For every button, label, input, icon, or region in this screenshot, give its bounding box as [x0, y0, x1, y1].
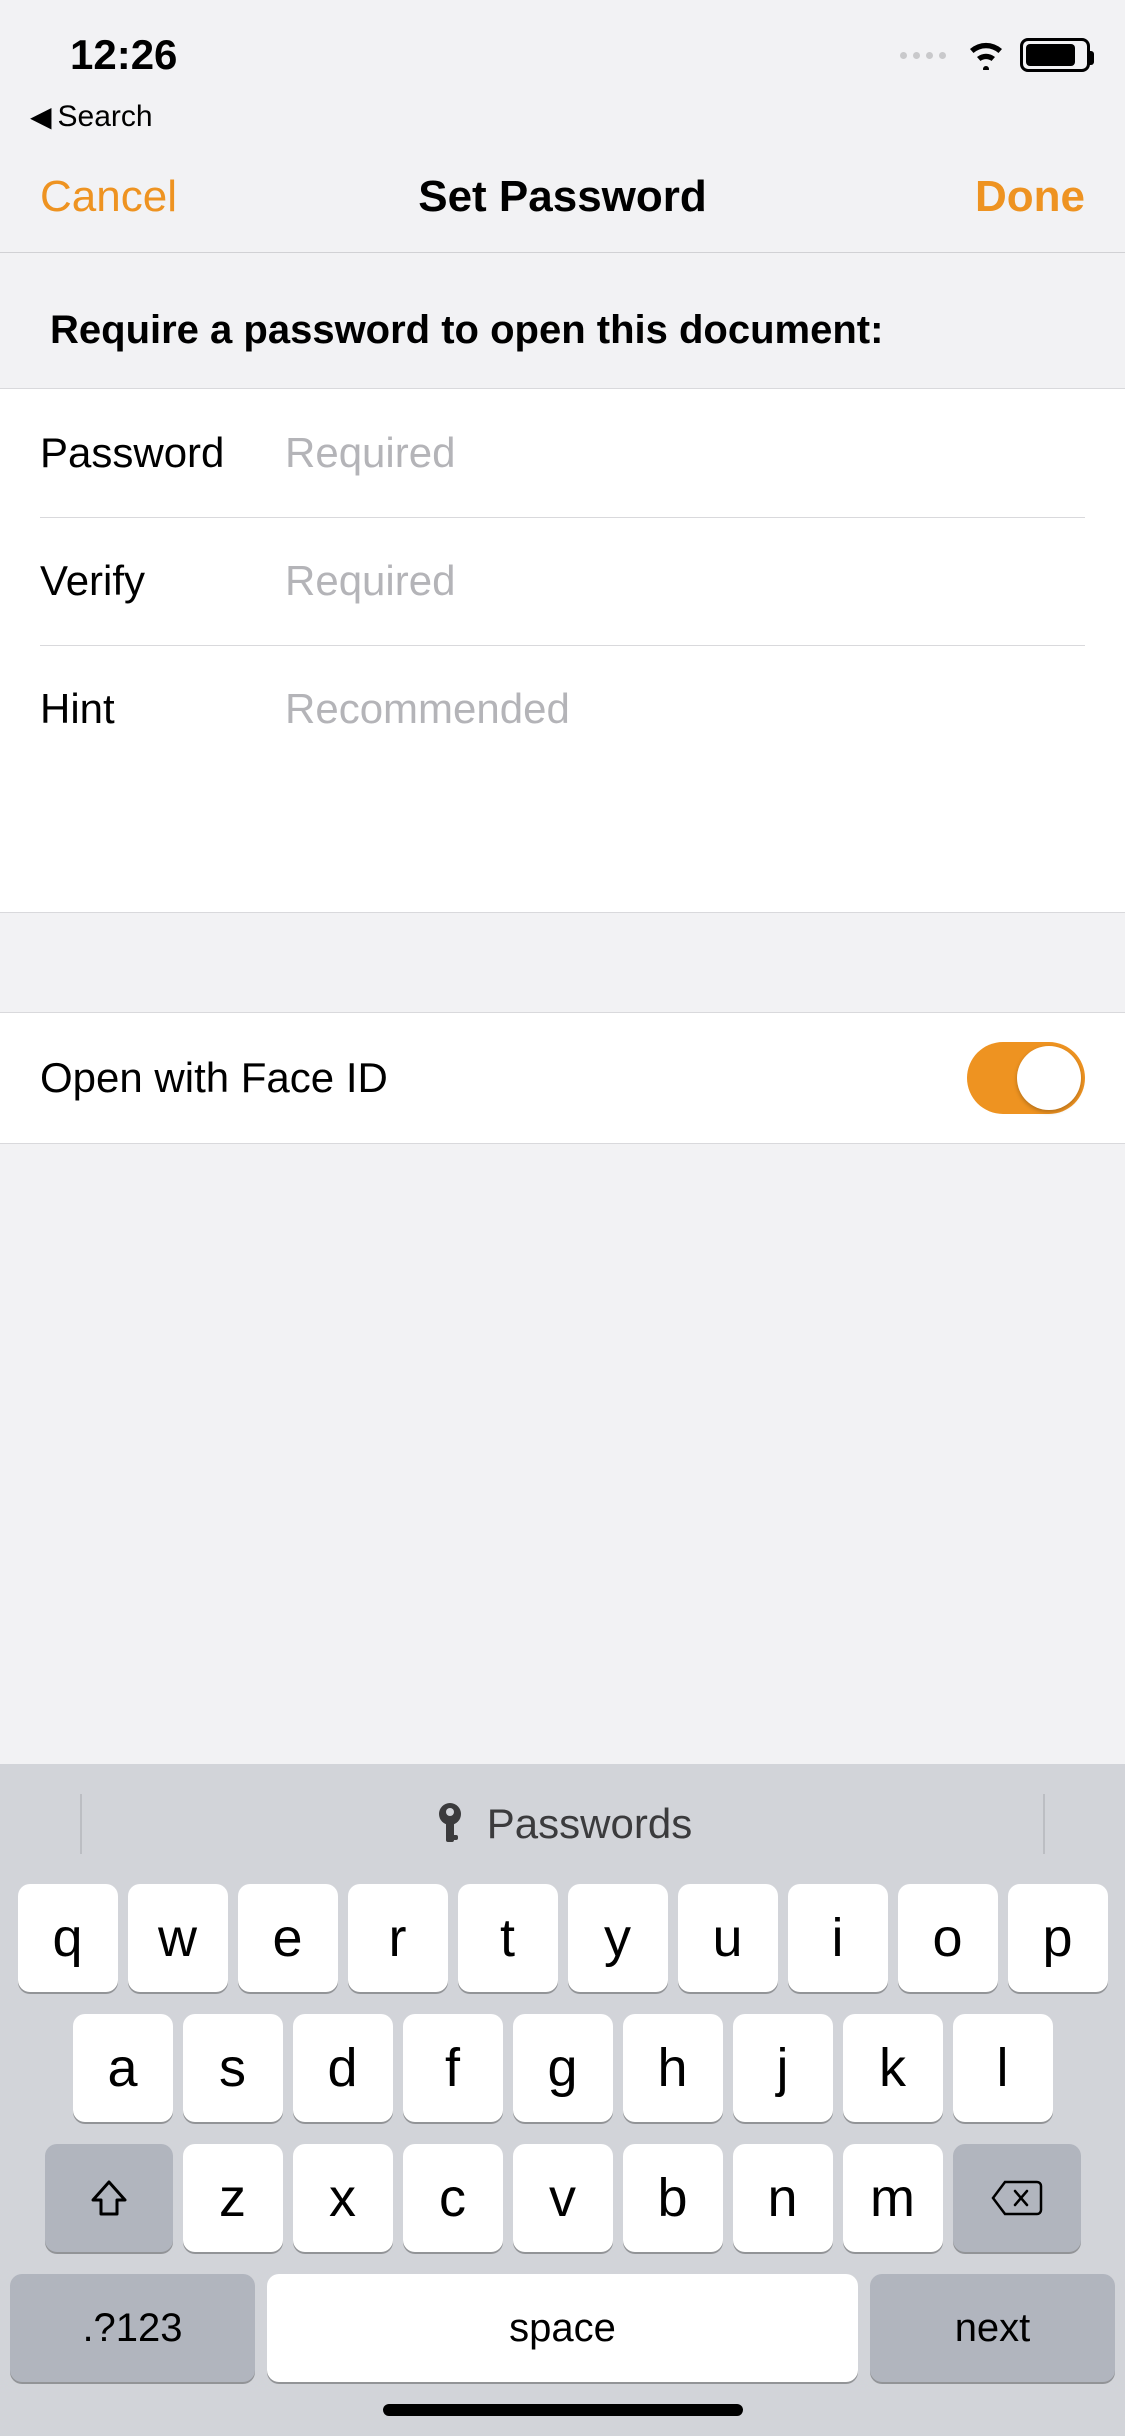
faceid-section: Open with Face ID	[0, 1013, 1125, 1144]
key-y[interactable]: y	[568, 1884, 668, 1992]
keyboard-row-2: a s d f g h j k l	[0, 2014, 1125, 2122]
shift-key[interactable]	[45, 2144, 173, 2252]
key-w[interactable]: w	[128, 1884, 228, 1992]
status-indicators	[900, 28, 1090, 72]
key-icon	[433, 1802, 467, 1846]
battery-icon	[1020, 38, 1090, 72]
key-j[interactable]: j	[733, 2014, 833, 2122]
next-key[interactable]: next	[870, 2274, 1115, 2382]
verify-label: Verify	[40, 557, 285, 605]
key-q[interactable]: q	[18, 1884, 118, 1992]
section-prompt: Require a password to open this document…	[0, 253, 1125, 389]
key-r[interactable]: r	[348, 1884, 448, 1992]
password-label: Password	[40, 429, 285, 477]
page-title: Set Password	[418, 172, 707, 222]
faceid-label: Open with Face ID	[40, 1054, 388, 1102]
keyboard-row-3: z x c v b n m	[0, 2144, 1125, 2252]
key-l[interactable]: l	[953, 2014, 1053, 2122]
section-gap	[0, 913, 1125, 1013]
shift-icon	[87, 2176, 131, 2220]
key-i[interactable]: i	[788, 1884, 888, 1992]
backspace-key[interactable]	[953, 2144, 1081, 2252]
keyboard-row-1: q w e r t y u i o p	[0, 1884, 1125, 1992]
password-form: Password Verify Hint	[0, 389, 1125, 913]
key-k[interactable]: k	[843, 2014, 943, 2122]
key-a[interactable]: a	[73, 2014, 173, 2122]
key-h[interactable]: h	[623, 2014, 723, 2122]
symbols-key[interactable]: .?123	[10, 2274, 255, 2382]
key-g[interactable]: g	[513, 2014, 613, 2122]
key-m[interactable]: m	[843, 2144, 943, 2252]
backspace-icon	[991, 2180, 1043, 2216]
faceid-row: Open with Face ID	[0, 1013, 1125, 1143]
verify-row: Verify	[0, 517, 1125, 645]
verify-input[interactable]	[285, 557, 1085, 605]
key-b[interactable]: b	[623, 2144, 723, 2252]
key-c[interactable]: c	[403, 2144, 503, 2252]
navbar: Cancel Set Password Done	[0, 152, 1125, 253]
key-p[interactable]: p	[1008, 1884, 1108, 1992]
password-row: Password	[0, 389, 1125, 517]
hint-row: Hint	[0, 645, 1125, 773]
key-n[interactable]: n	[733, 2144, 833, 2252]
hint-input[interactable]	[285, 685, 1085, 733]
done-button[interactable]: Done	[975, 172, 1085, 222]
key-v[interactable]: v	[513, 2144, 613, 2252]
password-input[interactable]	[285, 429, 1085, 477]
key-x[interactable]: x	[293, 2144, 393, 2252]
breadcrumb-back[interactable]: ◀ Search	[0, 100, 1125, 152]
back-arrow-icon: ◀	[30, 103, 52, 131]
faceid-toggle[interactable]	[967, 1042, 1085, 1114]
key-f[interactable]: f	[403, 2014, 503, 2122]
form-padding	[0, 773, 1125, 913]
key-d[interactable]: d	[293, 2014, 393, 2122]
key-t[interactable]: t	[458, 1884, 558, 1992]
cell-signal-icon	[900, 52, 946, 59]
keyboard-row-4: .?123 space next	[0, 2274, 1125, 2396]
keyboard: Passwords q w e r t y u i o p a s d f g …	[0, 1764, 1125, 2436]
space-key[interactable]: space	[267, 2274, 858, 2382]
keyboard-suggestion-text: Passwords	[487, 1800, 692, 1848]
wifi-icon	[966, 40, 1006, 70]
status-bar: 12:26	[0, 0, 1125, 100]
home-indicator[interactable]	[383, 2404, 743, 2416]
key-o[interactable]: o	[898, 1884, 998, 1992]
key-s[interactable]: s	[183, 2014, 283, 2122]
cancel-button[interactable]: Cancel	[40, 172, 177, 222]
hint-label: Hint	[40, 685, 285, 733]
key-u[interactable]: u	[678, 1884, 778, 1992]
breadcrumb-label: Search	[58, 100, 153, 134]
key-z[interactable]: z	[183, 2144, 283, 2252]
key-e[interactable]: e	[238, 1884, 338, 1992]
keyboard-suggestion-bar[interactable]: Passwords	[0, 1764, 1125, 1884]
status-time: 12:26	[45, 21, 177, 79]
